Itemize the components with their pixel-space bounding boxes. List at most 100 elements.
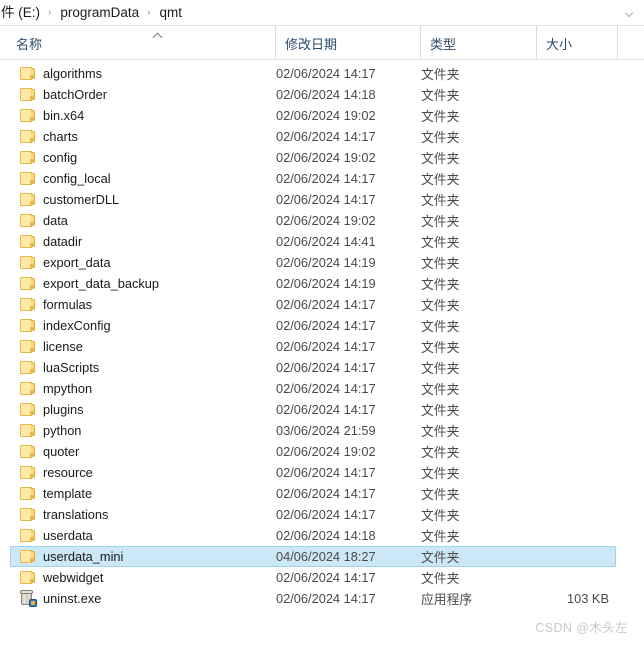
file-name-cell: resource	[43, 465, 93, 480]
folder-icon	[20, 399, 42, 420]
folder-icon	[20, 336, 42, 357]
file-date-cell: 02/06/2024 14:17	[276, 591, 376, 606]
file-size-cell	[533, 231, 612, 252]
file-row[interactable]: datadir 02/06/2024 14:41 文件夹	[10, 231, 616, 252]
column-header-size[interactable]: 大小	[536, 26, 617, 60]
folder-icon	[20, 105, 42, 126]
file-row[interactable]: license 02/06/2024 14:17 文件夹	[10, 336, 616, 357]
folder-icon	[20, 504, 42, 525]
file-type-cell: 文件夹	[421, 151, 460, 166]
file-list[interactable]: algorithms 02/06/2024 14:17 文件夹 batchOrder 0…	[0, 60, 644, 609]
file-type-cell: 文件夹	[421, 235, 460, 250]
file-size-cell: 103 KB	[567, 591, 609, 606]
file-row[interactable]: translations 02/06/2024 14:17 文件夹	[10, 504, 616, 525]
file-date-cell: 02/06/2024 19:02	[276, 108, 376, 123]
file-date-cell: 02/06/2024 14:17	[276, 465, 376, 480]
file-date-cell: 02/06/2024 14:17	[276, 66, 376, 81]
file-row[interactable]: config 02/06/2024 19:02 文件夹	[10, 147, 616, 168]
file-type-cell: 文件夹	[421, 571, 460, 586]
file-row[interactable]: plugins 02/06/2024 14:17 文件夹	[10, 399, 616, 420]
folder-icon	[20, 420, 42, 441]
file-type-cell: 文件夹	[421, 319, 460, 334]
file-explorer-window: 件 (E:) › programData › qmt 名称 修改日期 类型 大小…	[0, 0, 644, 648]
file-type-cell: 文件夹	[421, 109, 460, 124]
breadcrumb-item-qmt[interactable]: qmt	[157, 0, 184, 26]
file-date-cell: 02/06/2024 19:02	[276, 150, 376, 165]
file-row[interactable]: webwidget 02/06/2024 14:17 文件夹	[10, 567, 616, 588]
column-header-type[interactable]: 类型	[420, 26, 536, 60]
file-row[interactable]: userdata 02/06/2024 14:18 文件夹	[10, 525, 616, 546]
folder-icon	[20, 252, 42, 273]
file-name-cell: plugins	[43, 402, 84, 417]
file-date-cell: 02/06/2024 14:17	[276, 402, 376, 417]
column-header-name[interactable]: 名称	[10, 26, 275, 60]
file-row[interactable]: mpython 02/06/2024 14:17 文件夹	[10, 378, 616, 399]
file-row[interactable]: export_data_backup 02/06/2024 14:19 文件夹	[10, 273, 616, 294]
column-header-overflow[interactable]	[617, 26, 644, 60]
breadcrumb-separator-2: ›	[147, 6, 151, 18]
file-row[interactable]: customerDLL 02/06/2024 14:17 文件夹	[10, 189, 616, 210]
file-date-cell: 02/06/2024 19:02	[276, 213, 376, 228]
file-type-cell: 文件夹	[421, 193, 460, 208]
file-row[interactable]: luaScripts 02/06/2024 14:17 文件夹	[10, 357, 616, 378]
file-size-cell	[533, 420, 612, 441]
file-size-cell	[533, 252, 612, 273]
file-row[interactable]: userdata_mini 04/06/2024 18:27 文件夹	[10, 546, 616, 567]
file-date-cell: 02/06/2024 14:17	[276, 339, 376, 354]
file-row[interactable]: formulas 02/06/2024 14:17 文件夹	[10, 294, 616, 315]
file-row[interactable]: batchOrder 02/06/2024 14:18 文件夹	[10, 84, 616, 105]
file-date-cell: 02/06/2024 14:17	[276, 318, 376, 333]
column-header-type-label: 类型	[430, 36, 457, 52]
file-row[interactable]: quoter 02/06/2024 19:02 文件夹	[10, 441, 616, 462]
file-name-cell: indexConfig	[43, 318, 111, 333]
file-row[interactable]: python 03/06/2024 21:59 文件夹	[10, 420, 616, 441]
file-row[interactable]: uninst.exe 02/06/2024 14:17 应用程序 103 KB	[10, 588, 616, 609]
file-name-cell: license	[43, 339, 83, 354]
file-size-cell	[533, 336, 612, 357]
file-type-cell: 文件夹	[421, 172, 460, 187]
file-row[interactable]: config_local 02/06/2024 14:17 文件夹	[10, 168, 616, 189]
file-size-cell	[533, 210, 612, 231]
folder-icon	[20, 462, 42, 483]
breadcrumb-item-programdata[interactable]: programData	[58, 0, 141, 26]
file-name-cell: export_data_backup	[43, 276, 159, 291]
file-row[interactable]: template 02/06/2024 14:17 文件夹	[10, 483, 616, 504]
file-name-cell: datadir	[43, 234, 83, 249]
file-size-cell	[533, 399, 612, 420]
file-row[interactable]: charts 02/06/2024 14:17 文件夹	[10, 126, 616, 147]
file-type-cell: 文件夹	[421, 361, 460, 376]
file-type-cell: 文件夹	[421, 340, 460, 355]
address-bar[interactable]: 件 (E:) › programData › qmt	[0, 0, 644, 26]
breadcrumb-item-drive[interactable]: 件 (E:)	[0, 0, 42, 26]
file-size-cell	[533, 63, 612, 84]
file-row[interactable]: indexConfig 02/06/2024 14:17 文件夹	[10, 315, 616, 336]
file-type-cell: 文件夹	[421, 424, 460, 439]
column-header-name-label: 名称	[16, 36, 43, 52]
file-date-cell: 02/06/2024 14:17	[276, 360, 376, 375]
file-row[interactable]: algorithms 02/06/2024 14:17 文件夹	[10, 63, 616, 84]
watermark: CSDN @木头左	[535, 621, 628, 635]
file-type-cell: 文件夹	[421, 508, 460, 523]
file-name-cell: config	[43, 150, 78, 165]
folder-icon	[20, 294, 42, 315]
file-date-cell: 02/06/2024 14:17	[276, 486, 376, 501]
file-type-cell: 文件夹	[421, 130, 460, 145]
folder-icon	[20, 147, 42, 168]
file-row[interactable]: resource 02/06/2024 14:17 文件夹	[10, 462, 616, 483]
column-header-date-label: 修改日期	[285, 36, 338, 52]
file-size-cell	[533, 504, 612, 525]
file-row[interactable]: export_data 02/06/2024 14:19 文件夹	[10, 252, 616, 273]
file-type-cell: 文件夹	[421, 445, 460, 460]
sort-ascending-icon	[153, 32, 164, 39]
file-name-cell: customerDLL	[43, 192, 120, 207]
file-name-cell: quoter	[43, 444, 80, 459]
file-date-cell: 02/06/2024 14:18	[276, 528, 376, 543]
file-size-cell	[533, 273, 612, 294]
file-size-cell	[533, 189, 612, 210]
file-name-cell: python	[43, 423, 82, 438]
file-date-cell: 04/06/2024 18:27	[276, 549, 376, 564]
file-row[interactable]: bin.x64 02/06/2024 19:02 文件夹	[10, 105, 616, 126]
column-header-date-modified[interactable]: 修改日期	[275, 26, 420, 60]
file-row[interactable]: data 02/06/2024 19:02 文件夹	[10, 210, 616, 231]
chevron-down-icon[interactable]	[624, 7, 636, 19]
